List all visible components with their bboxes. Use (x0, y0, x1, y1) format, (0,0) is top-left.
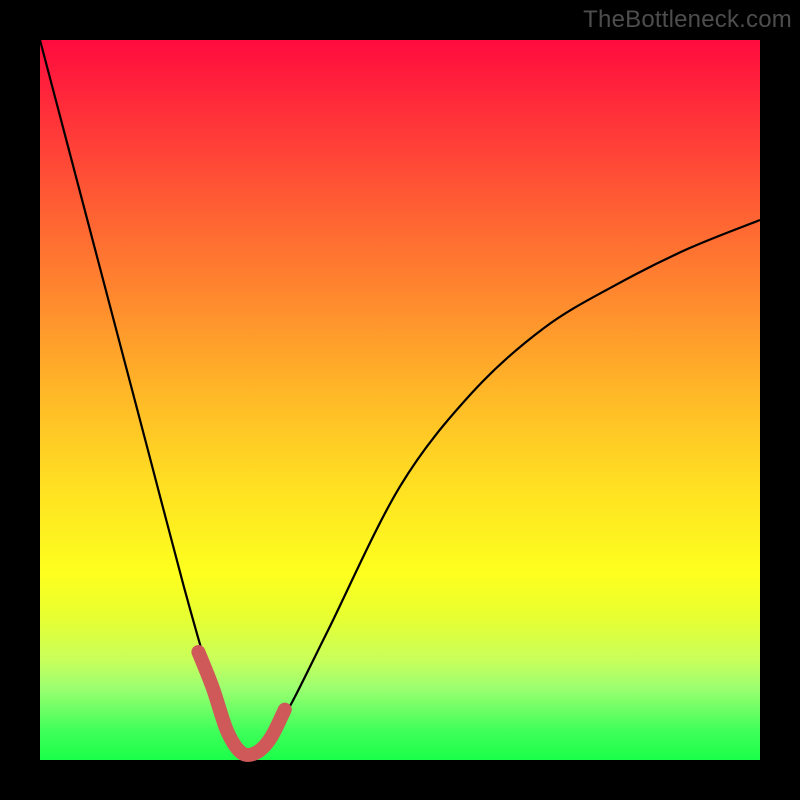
bottleneck-curve (40, 40, 760, 755)
curve-layer (40, 40, 760, 760)
attribution-text: TheBottleneck.com (583, 6, 792, 34)
chart-background: TheBottleneck.com (0, 0, 800, 800)
highlight-dip (198, 652, 284, 755)
